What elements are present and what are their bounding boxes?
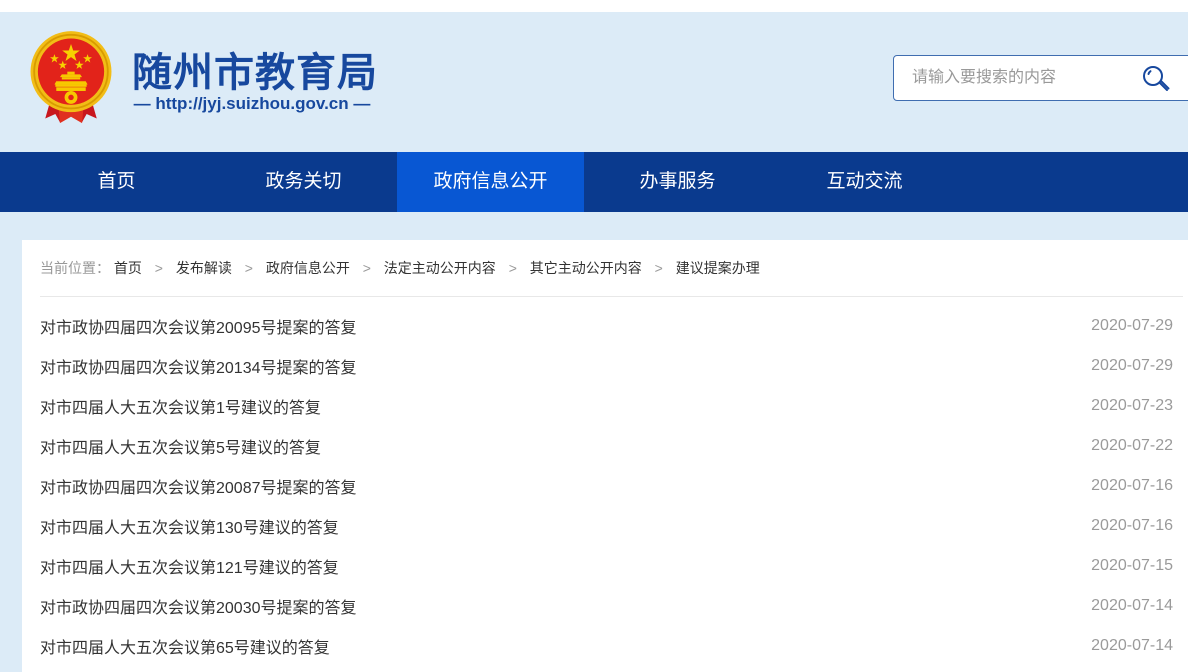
- breadcrumb-divider: [40, 296, 1183, 297]
- list-item: 对市四届人大五次会议第1号建议的答复 2020-07-23: [22, 386, 1188, 426]
- page: 随州市教育局 — http://jyj.suizhou.gov.cn — 首页 …: [0, 0, 1188, 672]
- article-date: 2020-07-16: [1091, 517, 1173, 535]
- site-title[interactable]: 随州市教育局: [132, 40, 432, 98]
- article-date: 2020-07-29: [1091, 357, 1173, 375]
- article-date: 2020-07-22: [1091, 437, 1173, 455]
- list-item: 对市四届人大五次会议第121号建议的答复 2020-07-15: [22, 546, 1188, 586]
- list-item: 对市政协四届四次会议第20030号提案的答复 2020-07-14: [22, 586, 1188, 626]
- article-link[interactable]: 对市政协四届四次会议第20134号提案的答复: [40, 354, 357, 378]
- nav-item-interaction[interactable]: 互动交流: [771, 152, 958, 212]
- article-link[interactable]: 对市政协四届四次会议第20087号提案的答复: [40, 474, 357, 498]
- breadcrumb-separator: >: [363, 260, 371, 276]
- breadcrumb-item-gov-info[interactable]: 政府信息公开: [266, 260, 350, 276]
- article-date: 2020-07-14: [1091, 597, 1173, 615]
- list-item: 对市四届人大五次会议第130号建议的答复 2020-07-16: [22, 506, 1188, 546]
- article-link[interactable]: 对市四届人大五次会议第5号建议的答复: [40, 434, 321, 458]
- list-item: 对市政协四届四次会议第20095号提案的答复 2020-07-29: [22, 306, 1188, 346]
- nav-item-home[interactable]: 首页: [23, 152, 210, 212]
- breadcrumb-label: 当前位置：: [40, 260, 110, 276]
- nav-items: 首页 政务关切 政府信息公开 办事服务 互动交流: [23, 152, 958, 212]
- main-nav: 首页 政务关切 政府信息公开 办事服务 互动交流: [0, 152, 1188, 212]
- search-input[interactable]: [894, 56, 1152, 100]
- breadcrumb: 当前位置： 首页 > 发布解读 > 政府信息公开 > 法定主动公开内容 > 其它…: [40, 240, 760, 296]
- article-date: 2020-07-15: [1091, 557, 1173, 575]
- search-icon: [1140, 83, 1172, 98]
- article-link[interactable]: 对市四届人大五次会议第130号建议的答复: [40, 514, 339, 538]
- breadcrumb-item-other[interactable]: 其它主动公开内容: [530, 260, 642, 276]
- nav-item-services[interactable]: 办事服务: [584, 152, 771, 212]
- article-link[interactable]: 对市四届人大五次会议第65号建议的答复: [40, 634, 330, 658]
- site-url: — http://jyj.suizhou.gov.cn —: [132, 94, 372, 114]
- search-box: [893, 55, 1188, 101]
- breadcrumb-item-proposals[interactable]: 建议提案办理: [676, 260, 760, 276]
- article-link[interactable]: 对市四届人大五次会议第1号建议的答复: [40, 394, 321, 418]
- list-item: 对市政协四届四次会议第20134号提案的答复 2020-07-29: [22, 346, 1188, 386]
- article-date: 2020-07-23: [1091, 397, 1173, 415]
- list-item: 对市四届人大五次会议第65号建议的答复 2020-07-14: [22, 626, 1188, 666]
- breadcrumb-separator: >: [509, 260, 517, 276]
- search-button[interactable]: [1140, 63, 1172, 95]
- nav-item-gov-concern[interactable]: 政务关切: [210, 152, 397, 212]
- breadcrumb-separator: >: [155, 260, 163, 276]
- article-link[interactable]: 对市政协四届四次会议第20030号提案的答复: [40, 594, 357, 618]
- list-item: 对市政协四届四次会议第20087号提案的答复 2020-07-16: [22, 466, 1188, 506]
- article-date: 2020-07-29: [1091, 317, 1173, 335]
- article-link[interactable]: 对市四届人大五次会议第121号建议的答复: [40, 554, 339, 578]
- article-date: 2020-07-14: [1091, 637, 1173, 655]
- list-item: 对市四届人大五次会议第5号建议的答复 2020-07-22: [22, 426, 1188, 466]
- content-card: 当前位置： 首页 > 发布解读 > 政府信息公开 > 法定主动公开内容 > 其它…: [22, 240, 1188, 672]
- site-header: 随州市教育局 — http://jyj.suizhou.gov.cn —: [0, 12, 1188, 152]
- article-list: 对市政协四届四次会议第20095号提案的答复 2020-07-29 对市政协四届…: [22, 306, 1188, 666]
- breadcrumb-separator: >: [245, 260, 253, 276]
- breadcrumb-item-home[interactable]: 首页: [114, 260, 142, 276]
- article-link[interactable]: 对市政协四届四次会议第20095号提案的答复: [40, 314, 357, 338]
- breadcrumb-separator: >: [655, 260, 663, 276]
- nav-item-gov-info-disclosure[interactable]: 政府信息公开: [397, 152, 584, 212]
- top-strip: [0, 0, 1188, 12]
- breadcrumb-item-release[interactable]: 发布解读: [176, 260, 232, 276]
- national-emblem-icon: [25, 29, 117, 129]
- breadcrumb-item-statutory[interactable]: 法定主动公开内容: [384, 260, 496, 276]
- article-date: 2020-07-16: [1091, 477, 1173, 495]
